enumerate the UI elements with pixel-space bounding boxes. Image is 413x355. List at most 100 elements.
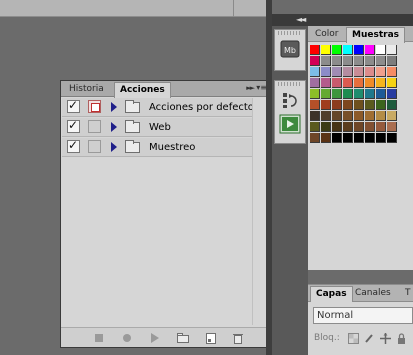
color-swatch[interactable] xyxy=(321,111,331,121)
color-swatch[interactable] xyxy=(332,67,342,77)
tab-color[interactable]: Color xyxy=(310,27,344,42)
new-set-icon[interactable] xyxy=(177,333,189,343)
color-swatch[interactable] xyxy=(310,78,320,88)
color-swatch[interactable] xyxy=(332,133,342,143)
color-swatch[interactable] xyxy=(343,67,353,77)
tab-muestras[interactable]: Muestras xyxy=(346,27,405,43)
color-swatch[interactable] xyxy=(365,122,375,132)
lock-position-icon[interactable] xyxy=(380,333,391,344)
color-swatch[interactable] xyxy=(332,89,342,99)
grip-icon[interactable] xyxy=(278,82,302,86)
toggle-item-checkbox[interactable]: ✓ xyxy=(67,138,80,153)
color-swatch[interactable] xyxy=(343,56,353,66)
lock-all-icon[interactable] xyxy=(396,333,407,344)
color-swatch[interactable] xyxy=(365,133,375,143)
color-swatch[interactable] xyxy=(387,89,397,99)
color-swatch[interactable] xyxy=(387,122,397,132)
color-swatch[interactable] xyxy=(332,122,342,132)
color-swatch[interactable] xyxy=(332,100,342,110)
color-swatch[interactable] xyxy=(376,100,386,110)
color-swatch[interactable] xyxy=(354,100,364,110)
action-set-row[interactable]: ✓ Acciones por defecto xyxy=(62,98,254,117)
color-swatch[interactable] xyxy=(387,67,397,77)
color-swatch[interactable] xyxy=(376,111,386,121)
double-chevron-right-icon[interactable]: ►► xyxy=(246,84,255,92)
color-swatch[interactable] xyxy=(376,78,386,88)
expand-triangle-icon[interactable] xyxy=(111,102,117,112)
toggle-item-checkbox[interactable]: ✓ xyxy=(67,98,80,113)
color-swatch[interactable] xyxy=(343,100,353,110)
color-swatch[interactable] xyxy=(354,67,364,77)
color-swatch[interactable] xyxy=(354,56,364,66)
color-swatch[interactable] xyxy=(321,89,331,99)
color-swatch[interactable] xyxy=(387,133,397,143)
toggle-dialog-icon[interactable] xyxy=(88,140,101,153)
expand-triangle-icon[interactable] xyxy=(111,122,117,132)
mini-bridge-icon[interactable]: Mb xyxy=(279,39,301,59)
color-swatch[interactable] xyxy=(354,89,364,99)
color-swatch[interactable] xyxy=(376,45,386,55)
color-swatch[interactable] xyxy=(321,122,331,132)
color-swatch[interactable] xyxy=(310,133,320,143)
stop-icon[interactable] xyxy=(94,333,104,343)
color-swatch[interactable] xyxy=(365,56,375,66)
color-swatch[interactable] xyxy=(310,45,320,55)
color-swatch[interactable] xyxy=(387,100,397,110)
grip-icon[interactable] xyxy=(278,31,302,35)
color-swatch[interactable] xyxy=(365,89,375,99)
tab-capas[interactable]: Capas xyxy=(310,286,353,302)
color-swatch[interactable] xyxy=(321,56,331,66)
toggle-item-checkbox[interactable]: ✓ xyxy=(67,118,80,133)
play-icon[interactable] xyxy=(150,333,160,343)
color-swatch[interactable] xyxy=(354,78,364,88)
color-swatch[interactable] xyxy=(365,111,375,121)
color-swatch[interactable] xyxy=(354,45,364,55)
color-swatch[interactable] xyxy=(332,45,342,55)
color-swatch[interactable] xyxy=(310,89,320,99)
color-swatch[interactable] xyxy=(387,45,397,55)
color-swatch[interactable] xyxy=(332,78,342,88)
lock-transparency-icon[interactable] xyxy=(348,333,359,344)
color-swatch[interactable] xyxy=(332,111,342,121)
color-swatch[interactable] xyxy=(354,133,364,143)
color-swatch[interactable] xyxy=(321,133,331,143)
color-swatch[interactable] xyxy=(354,122,364,132)
record-icon[interactable] xyxy=(122,333,132,343)
color-swatch[interactable] xyxy=(376,133,386,143)
color-swatch[interactable] xyxy=(321,78,331,88)
color-swatch[interactable] xyxy=(365,67,375,77)
color-swatch[interactable] xyxy=(376,56,386,66)
delete-icon[interactable] xyxy=(233,333,243,344)
color-swatch[interactable] xyxy=(310,67,320,77)
color-swatch[interactable] xyxy=(343,45,353,55)
color-swatch[interactable] xyxy=(365,100,375,110)
color-swatch[interactable] xyxy=(343,89,353,99)
toggle-dialog-icon[interactable] xyxy=(88,120,101,133)
color-swatch[interactable] xyxy=(332,56,342,66)
color-swatch[interactable] xyxy=(387,78,397,88)
color-swatch[interactable] xyxy=(321,45,331,55)
color-swatch[interactable] xyxy=(376,122,386,132)
toggle-dialog-icon[interactable] xyxy=(88,100,101,113)
color-swatch[interactable] xyxy=(343,122,353,132)
expand-triangle-icon[interactable] xyxy=(111,142,117,152)
color-swatch[interactable] xyxy=(310,56,320,66)
color-swatch[interactable] xyxy=(310,111,320,121)
color-swatch[interactable] xyxy=(310,100,320,110)
color-swatch[interactable] xyxy=(376,67,386,77)
color-swatch[interactable] xyxy=(387,111,397,121)
color-swatch[interactable] xyxy=(310,122,320,132)
color-swatch[interactable] xyxy=(354,111,364,121)
tab-truncated[interactable]: T xyxy=(400,286,413,301)
color-swatch[interactable] xyxy=(387,56,397,66)
color-swatch[interactable] xyxy=(365,78,375,88)
tab-acciones[interactable]: Acciones xyxy=(114,82,171,98)
color-swatch[interactable] xyxy=(343,133,353,143)
new-action-icon[interactable] xyxy=(206,333,216,344)
color-swatch[interactable] xyxy=(343,111,353,121)
color-swatch[interactable] xyxy=(365,45,375,55)
history-icon[interactable] xyxy=(279,90,301,110)
lock-pixels-icon[interactable] xyxy=(364,333,375,344)
actions-play-icon[interactable] xyxy=(279,114,301,134)
blend-mode-select[interactable]: Normal xyxy=(313,307,413,324)
